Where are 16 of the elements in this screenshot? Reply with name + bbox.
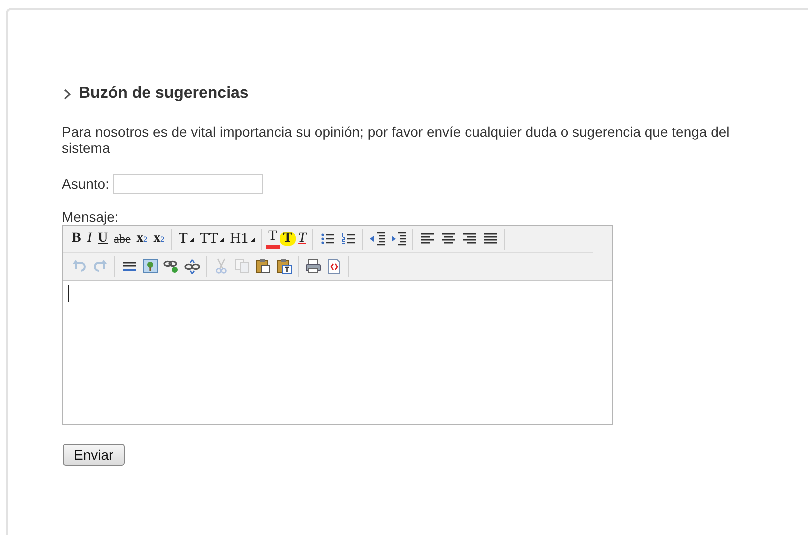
intro-text: Para nosotros es de vital importancia su opinión; por favor envíe cualquier duda o sugerencia que tenga del sistema <box>62 124 731 156</box>
message-label: Mensaje: <box>62 209 120 225</box>
italic-button[interactable]: I <box>84 230 96 248</box>
strikethrough-button[interactable]: abe <box>111 230 134 248</box>
text-cursor <box>68 285 69 302</box>
page-heading: Buzón de sugerencias <box>79 85 249 103</box>
underline-button[interactable]: U <box>95 230 112 248</box>
bold-button[interactable]: B <box>69 230 84 248</box>
unlink-icon[interactable] <box>182 257 203 276</box>
chevron-icon <box>64 88 71 100</box>
subject-field[interactable] <box>113 174 264 194</box>
subject-label: Asunto: <box>62 176 110 192</box>
printer-icon[interactable] <box>303 257 324 276</box>
remove-format-button[interactable]: T <box>296 230 310 248</box>
send-button[interactable]: Enviar <box>63 444 125 466</box>
highlight-button[interactable]: T <box>280 232 296 246</box>
